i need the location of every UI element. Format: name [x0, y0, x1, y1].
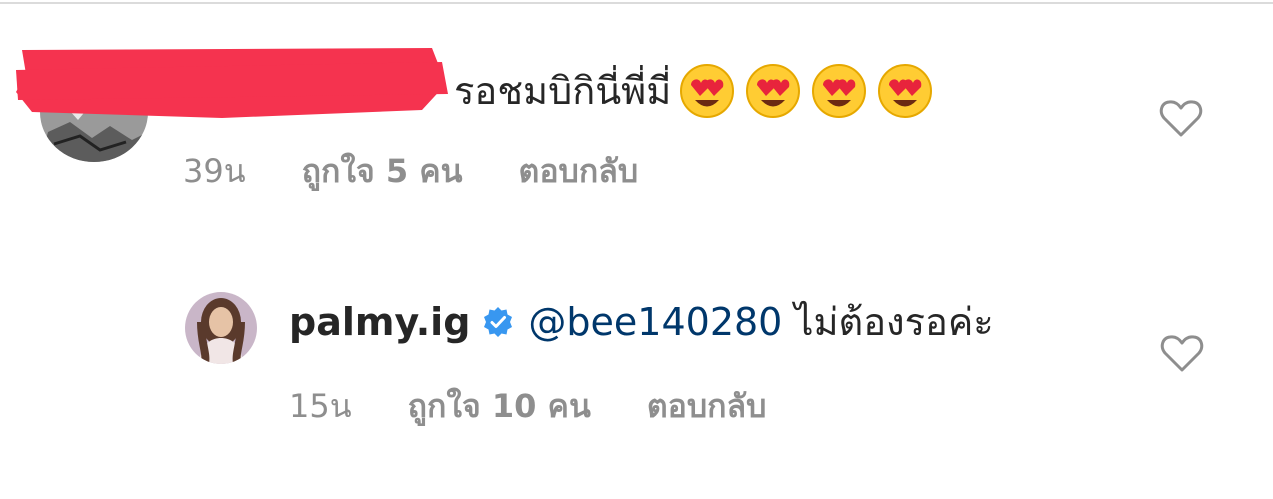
avatar-image — [185, 292, 257, 364]
comment-meta: 39น ถูกใจ 5 คน ตอบกลับ — [183, 146, 694, 197]
reply-author-avatar[interactable] — [185, 292, 257, 364]
verified-badge-icon — [484, 307, 513, 337]
likes-count-link[interactable]: ถูกใจ 5 คน — [302, 146, 463, 197]
reply-meta: 15น ถูกใจ 10 คน ตอบกลับ — [289, 381, 822, 432]
like-comment-button[interactable] — [1159, 98, 1203, 138]
username-link[interactable]: palmy.ig — [289, 298, 470, 346]
heart-eyes-emoji-icon — [812, 64, 867, 118]
comment-text-row: รอชมบิกินี่พี่มี่ — [454, 63, 933, 119]
heart-outline-icon — [1159, 100, 1203, 137]
heart-eyes-emoji-icon — [746, 64, 801, 118]
reply-text-row: palmy.ig @bee140280 ไม่ต้องรอค่ะ — [289, 298, 994, 346]
like-comment-button[interactable] — [1160, 333, 1204, 373]
comment-time: 39น — [183, 152, 246, 190]
likes-count-link[interactable]: ถูกใจ 10 คน — [408, 381, 591, 432]
reply-button[interactable]: ตอบกลับ — [647, 381, 767, 432]
reply-button[interactable]: ตอบกลับ — [519, 146, 639, 197]
mention-link[interactable]: @bee140280 — [528, 298, 782, 346]
comment-time: 15น — [289, 387, 352, 425]
redaction-mark — [16, 48, 448, 118]
comment-text: รอชมบิกินี่พี่มี่ — [454, 69, 672, 113]
emoji-group — [679, 63, 933, 119]
heart-eyes-emoji-icon — [878, 64, 933, 118]
heart-outline-icon — [1160, 335, 1204, 372]
heart-eyes-emoji-icon — [680, 64, 735, 118]
top-divider — [0, 2, 1273, 4]
comment-text: ไม่ต้องรอค่ะ — [794, 300, 994, 344]
